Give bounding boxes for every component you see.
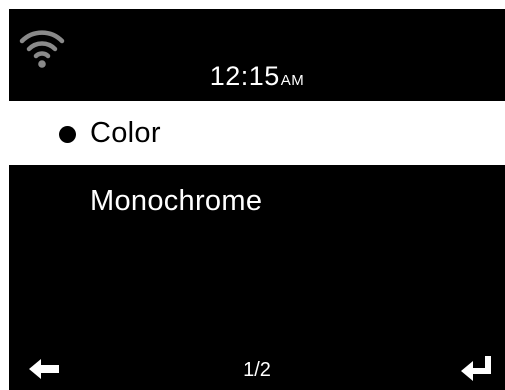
enter-return-icon[interactable] (461, 355, 493, 381)
menu-list: Color Monochrome (9, 101, 505, 233)
page-indicator: 1/2 (243, 359, 271, 381)
menu-item-label: Monochrome (90, 184, 263, 217)
selected-bullet-icon (59, 126, 76, 143)
device-screen: 12:15AM Color Monochrome 1/2 (9, 9, 505, 390)
menu-item-color[interactable]: Color (9, 101, 505, 165)
clock-ampm: AM (280, 72, 305, 89)
clock-time: 12:15 (209, 61, 280, 91)
status-bar: 12:15AM (9, 9, 505, 101)
menu-item-monochrome[interactable]: Monochrome (9, 169, 505, 233)
menu-item-label: Color (90, 116, 161, 149)
clock: 12:15AM (9, 61, 505, 96)
bottom-bar: 1/2 (9, 347, 505, 390)
